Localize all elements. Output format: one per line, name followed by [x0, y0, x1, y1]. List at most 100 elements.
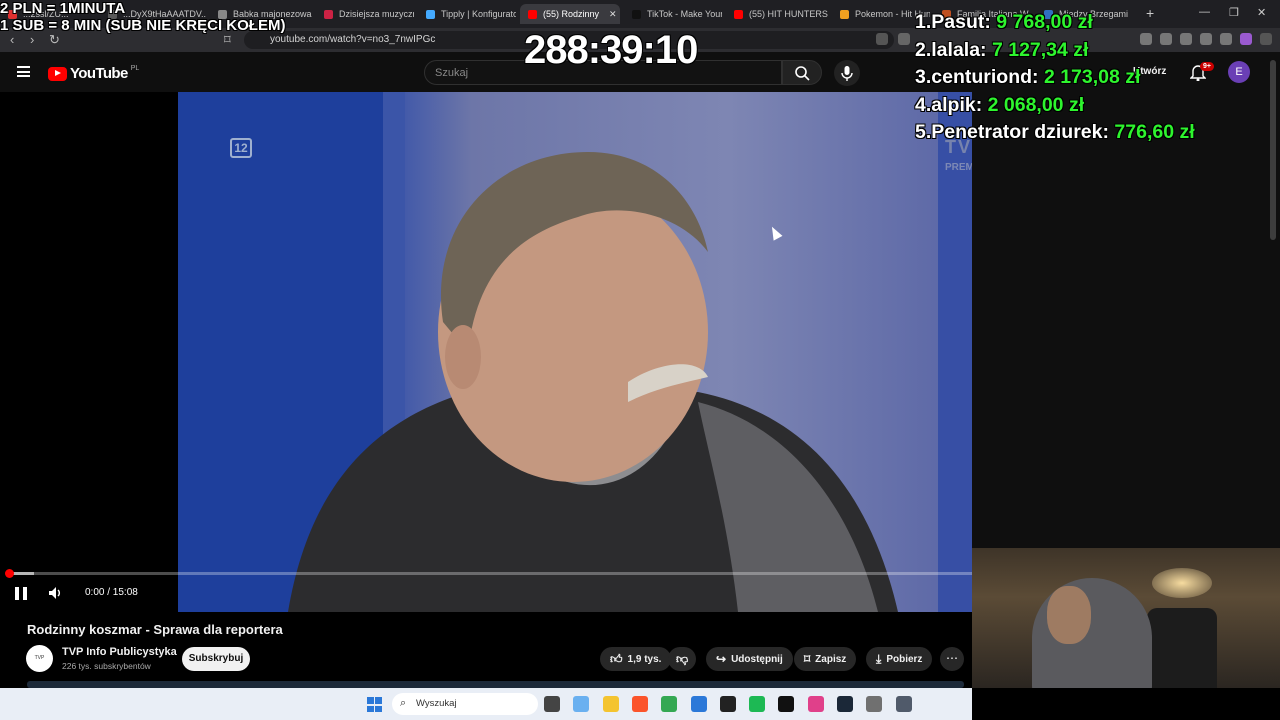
- page-scrollbar[interactable]: [1270, 60, 1276, 240]
- microphone-icon: [841, 66, 853, 81]
- taskbar-search-field[interactable]: ⌕ Wyszukaj: [392, 693, 538, 715]
- close-window-icon[interactable]: ✕: [1257, 6, 1266, 19]
- description-box[interactable]: [27, 681, 964, 688]
- tab-label: TikTok - Make Your: [647, 9, 722, 19]
- calculator-icon[interactable]: [895, 696, 912, 712]
- tab-favicon-icon: [528, 9, 537, 19]
- hamburger-menu-icon[interactable]: [17, 66, 30, 77]
- tab-close-icon[interactable]: ✕: [609, 9, 617, 20]
- webcam-head: [1047, 586, 1091, 644]
- chrome-icon[interactable]: [661, 696, 678, 712]
- channel-name[interactable]: TVP Info Publicystyka: [62, 646, 177, 658]
- tab-label: Tipply | Konfigurato: [441, 9, 516, 19]
- pause-button[interactable]: [15, 587, 27, 600]
- tab-favicon-icon: [840, 9, 849, 19]
- notification-count-badge: 9+: [1200, 62, 1214, 71]
- leaderboard-amount: 7 127,34 zł: [991, 38, 1089, 61]
- brave-icon[interactable]: [631, 696, 648, 712]
- copilot-icon[interactable]: [573, 696, 590, 712]
- webcam-chair: [1147, 608, 1217, 688]
- rewards-icon[interactable]: [1240, 33, 1252, 45]
- spotify-icon[interactable]: [749, 696, 766, 712]
- cast-icon[interactable]: [876, 33, 888, 45]
- browser-tab[interactable]: (55) HIT HUNTERS: [726, 4, 828, 24]
- download-icon: ⤓: [876, 651, 882, 666]
- more-horizontal-icon: ⋯: [946, 651, 958, 665]
- leaderboard-row: 5.Penetrator dziurek: 776,60 zł: [915, 119, 1195, 147]
- tab-label: (55) Rodzinny: [543, 9, 600, 19]
- settings-icon[interactable]: [866, 696, 883, 712]
- file-explorer-icon[interactable]: [602, 696, 619, 712]
- tab-favicon-icon: [324, 9, 333, 19]
- windows-taskbar: ⌕ Wyszukaj: [0, 688, 972, 720]
- leaderboard-donor-name: centuriond:: [931, 66, 1044, 88]
- leaderboard-rank: 4.: [915, 93, 932, 116]
- volume-button[interactable]: [48, 586, 64, 603]
- bookmark-save-icon: ⌑: [804, 652, 811, 666]
- like-count: 1,9 tys.: [627, 653, 662, 665]
- back-icon[interactable]: ‹: [10, 32, 14, 47]
- save-button[interactable]: ⌑ Zapisz: [794, 647, 857, 671]
- leaderboard-rank: 3.: [915, 66, 932, 88]
- leaderboard-row: 2.lalala: 7 127,34 zł: [915, 37, 1195, 65]
- leaderboard-amount: 2 173,08 zł: [1043, 66, 1141, 88]
- leaderboard-row: 1.Pasut: 9 768,00 zł: [915, 9, 1195, 37]
- leaderboard-amount: 2 068,00 zł: [987, 93, 1085, 116]
- video-frame[interactable]: 12 TVP1 PREMIERA: [178, 92, 1095, 612]
- browser-tab[interactable]: (55) Rodzinny ✕: [520, 4, 620, 24]
- reload-icon[interactable]: ↻: [49, 32, 60, 48]
- donation-leaderboard: 1.Pasut: 9 768,00 zł 2.lalala: 7 127,34 z…: [915, 9, 1195, 147]
- streamer-webcam: [972, 548, 1280, 688]
- scrubber-handle[interactable]: [5, 569, 14, 578]
- user-avatar[interactable]: E: [1228, 61, 1250, 83]
- maximize-icon[interactable]: ❐: [1229, 6, 1239, 19]
- menu-icon[interactable]: [1260, 33, 1272, 45]
- forward-icon[interactable]: ›: [30, 32, 34, 47]
- channel-avatar[interactable]: TVP: [26, 645, 53, 672]
- like-button[interactable]: 👍︎ 1,9 tys.: [600, 647, 672, 671]
- search-button[interactable]: [782, 60, 822, 85]
- taskbar-search-placeholder: Wyszukaj: [416, 698, 457, 709]
- minimize-icon[interactable]: —: [1199, 6, 1210, 18]
- leo-icon[interactable]: [1200, 33, 1212, 45]
- tab-favicon-icon: [734, 9, 743, 19]
- tab-label: Dzisiejsza muzyczna: [339, 9, 414, 19]
- browser-tab[interactable]: Tipply | Konfigurato: [418, 4, 516, 24]
- download-button[interactable]: ⤓ Pobierz: [866, 647, 933, 671]
- channel-subscriber-count: 226 tys. subskrybentów: [62, 661, 151, 671]
- voice-search-button[interactable]: [834, 60, 860, 86]
- share-label: Udostępnij: [731, 653, 783, 665]
- share-icon[interactable]: [898, 33, 910, 45]
- subathon-timer: 288:39:10: [524, 28, 698, 72]
- task-view-icon[interactable]: [544, 696, 560, 712]
- tab-favicon-icon: [632, 9, 641, 19]
- media-icon[interactable]: [778, 696, 795, 712]
- share-button[interactable]: ↪ Udostępnij: [706, 647, 793, 671]
- subscribe-button[interactable]: Subskrybuj: [182, 647, 250, 671]
- download-label: Pobierz: [886, 653, 923, 665]
- tab-label: (55) HIT HUNTERS: [749, 9, 828, 19]
- browser-icon[interactable]: [807, 696, 824, 712]
- browser-tab[interactable]: Dzisiejsza muzyczna: [316, 4, 414, 24]
- windows-start-icon[interactable]: [367, 697, 382, 712]
- leaderboard-amount: 776,60 zł: [1114, 121, 1195, 143]
- store-icon[interactable]: [690, 696, 707, 712]
- video-player[interactable]: 12 TVP1 PREMIERA: [0, 92, 1095, 612]
- region-label: PL: [130, 65, 140, 72]
- leaderboard-rank: 5.: [915, 121, 932, 143]
- bookmark-icon[interactable]: ⌑: [224, 32, 231, 48]
- steam-icon[interactable]: [837, 696, 853, 712]
- save-label: Zapisz: [815, 653, 847, 665]
- leaderboard-row: 4.alpik: 2 068,00 zł: [915, 92, 1195, 120]
- more-actions-button[interactable]: ⋯: [940, 647, 964, 671]
- progress-bar[interactable]: [5, 569, 972, 578]
- browser-tab[interactable]: TikTok - Make Your: [624, 4, 722, 24]
- shield-icon[interactable]: [1220, 33, 1232, 45]
- app-icon[interactable]: [719, 696, 736, 712]
- youtube-play-icon: [48, 66, 67, 81]
- dislike-button[interactable]: 👎︎: [668, 647, 697, 671]
- leaderboard-rank: 2.: [915, 38, 932, 61]
- leaderboard-donor-name: lalala:: [931, 38, 992, 61]
- youtube-logo[interactable]: YouTube PL: [48, 65, 139, 82]
- leaderboard-amount: 9 768,00 zł: [996, 11, 1093, 33]
